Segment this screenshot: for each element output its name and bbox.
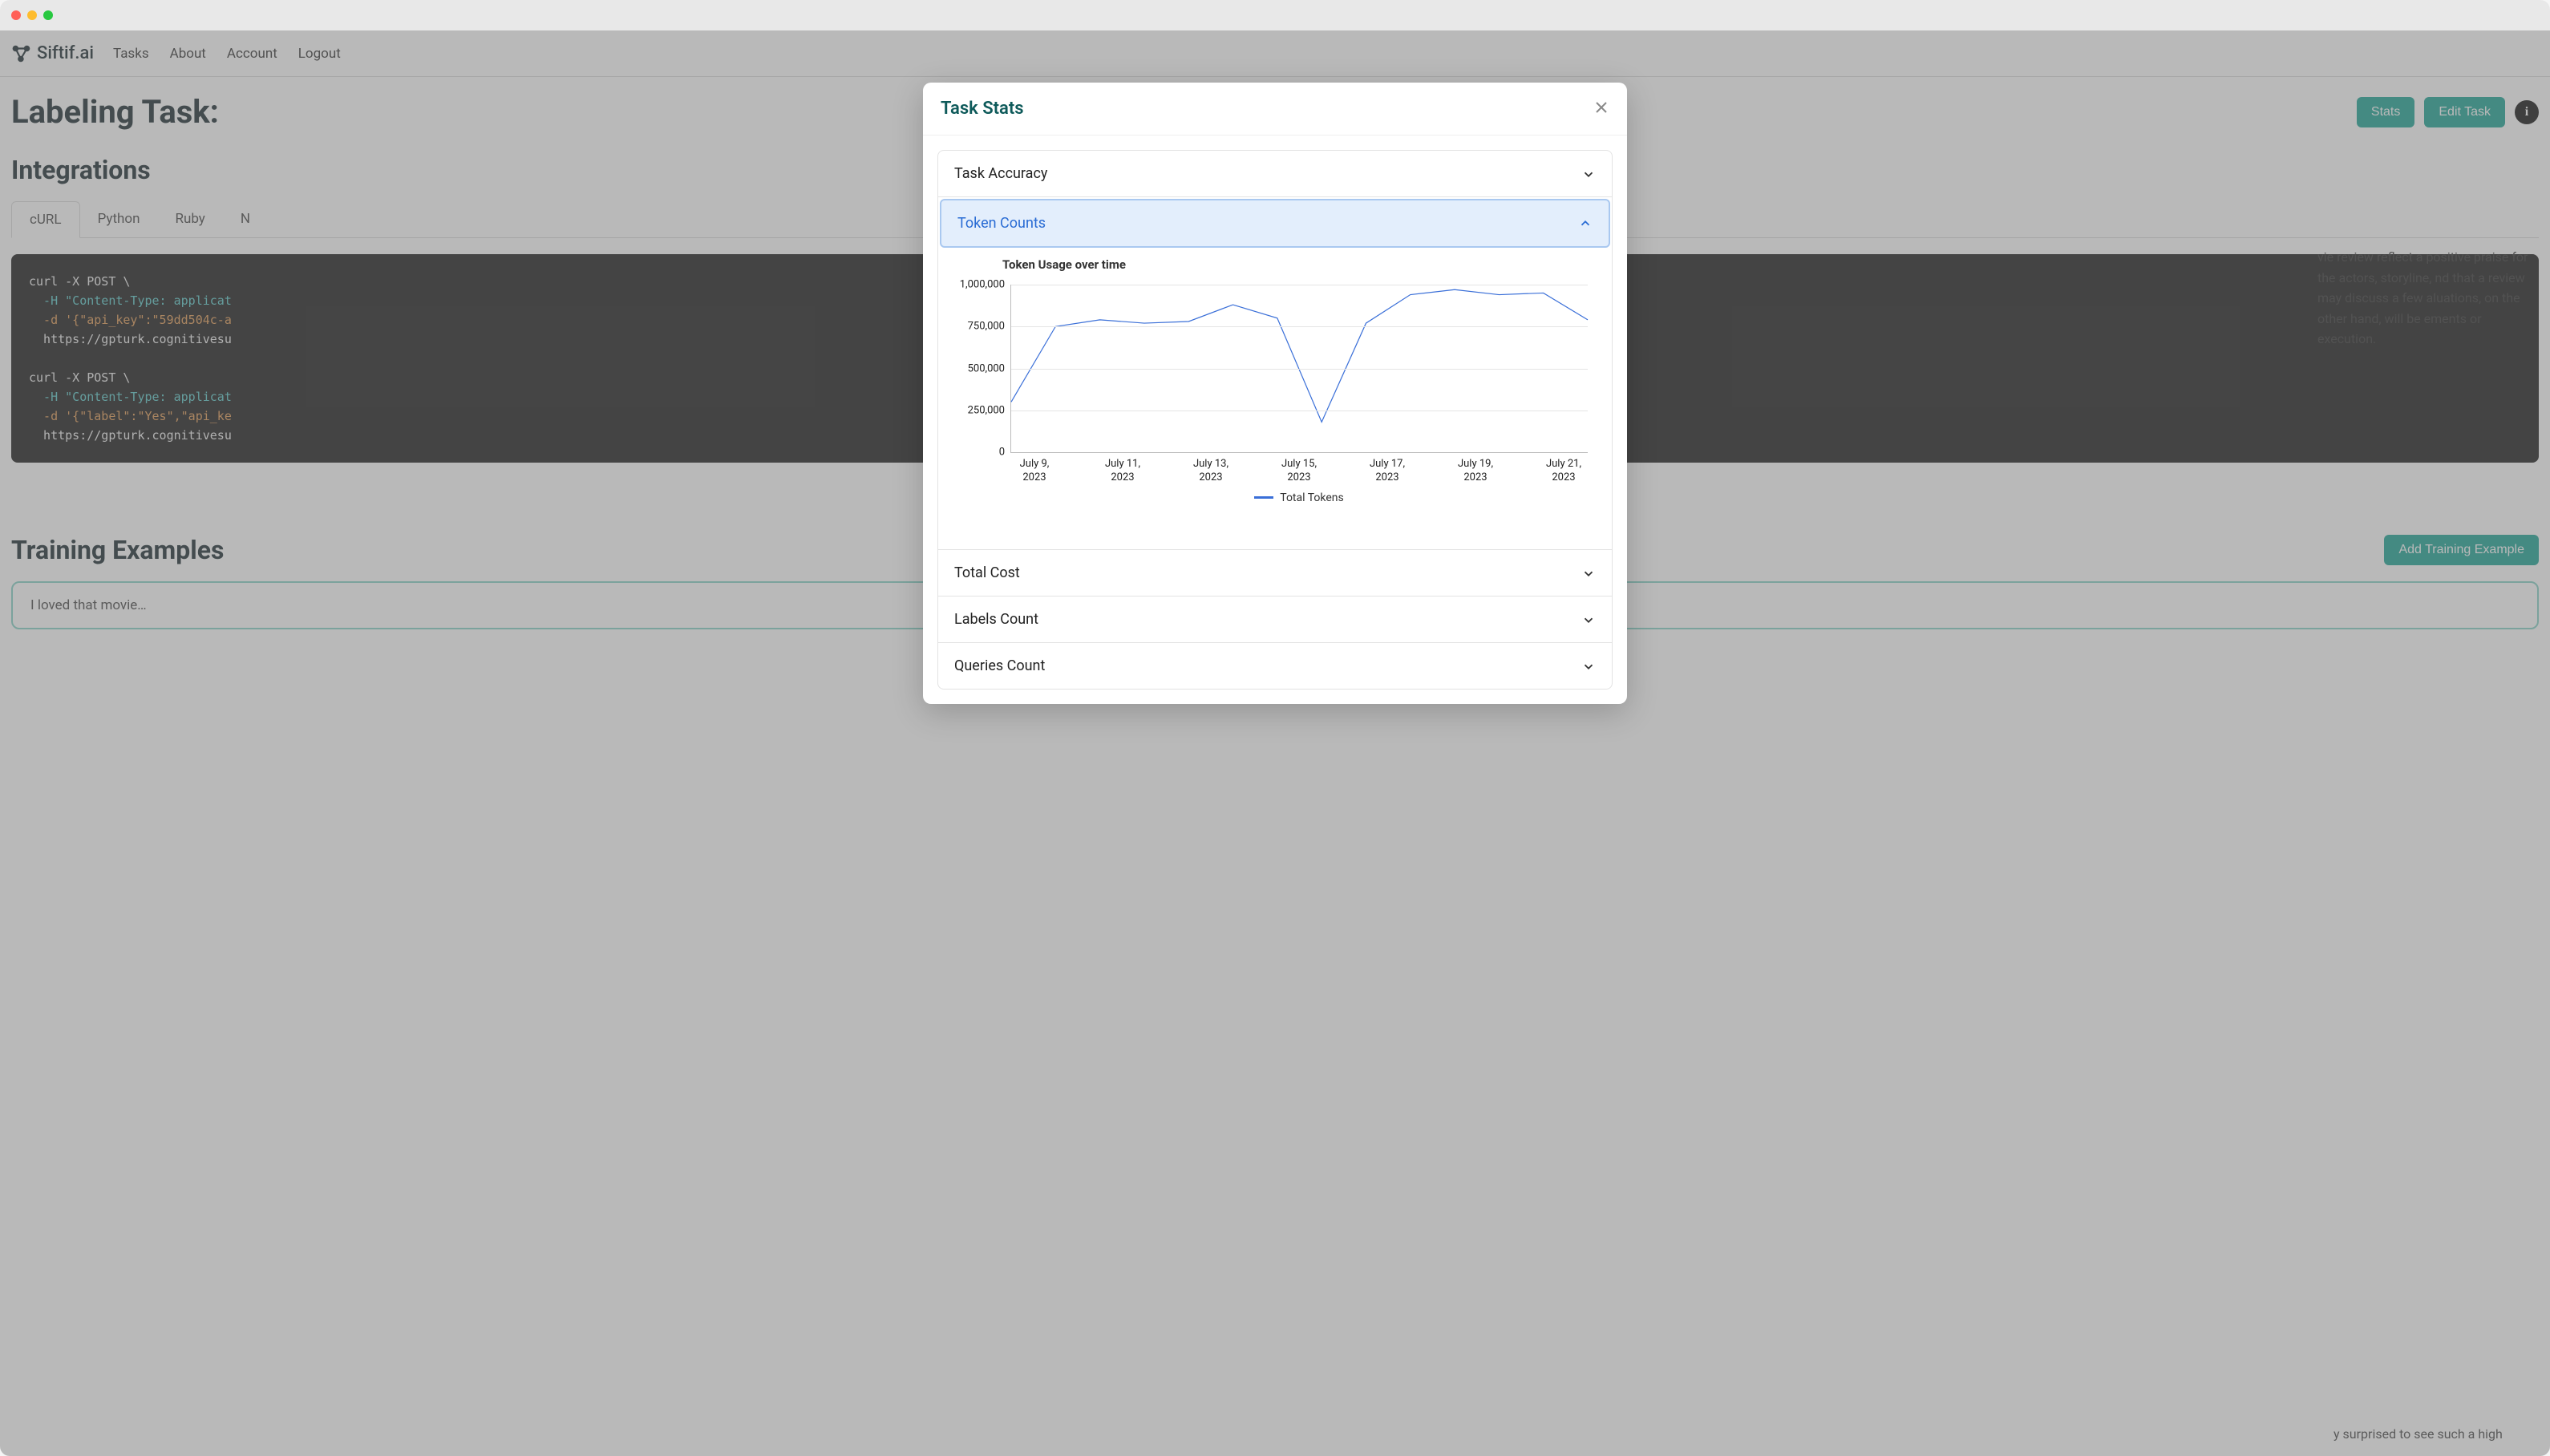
token-chart: 0250,000500,000750,0001,000,000 xyxy=(1010,285,1588,453)
chevron-down-icon xyxy=(1581,566,1596,580)
window-titlebar xyxy=(0,0,2550,30)
stats-accordion: Task Accuracy Token Counts xyxy=(937,150,1613,690)
chevron-up-icon xyxy=(1578,216,1593,231)
legend-label: Total Tokens xyxy=(1280,491,1343,504)
accordion-label: Total Cost xyxy=(954,564,1020,581)
accordion-labels-count[interactable]: Labels Count xyxy=(938,597,1612,642)
chevron-down-icon xyxy=(1581,613,1596,627)
close-icon[interactable] xyxy=(1593,99,1609,119)
accordion-label: Queries Count xyxy=(954,657,1045,674)
chart-legend: Total Tokens xyxy=(1010,491,1588,504)
accordion-queries-count[interactable]: Queries Count xyxy=(938,643,1612,689)
accordion-label: Task Accuracy xyxy=(954,165,1047,182)
chevron-down-icon xyxy=(1581,167,1596,181)
accordion-task-accuracy[interactable]: Task Accuracy xyxy=(938,151,1612,196)
window-minimize-button[interactable] xyxy=(27,10,37,20)
accordion-label: Labels Count xyxy=(954,611,1038,628)
window-close-button[interactable] xyxy=(11,10,21,20)
accordion-total-cost[interactable]: Total Cost xyxy=(938,550,1612,596)
window-zoom-button[interactable] xyxy=(43,10,53,20)
token-counts-panel: Token Usage over time 0250,000500,000750… xyxy=(938,249,1612,549)
accordion-label: Token Counts xyxy=(957,215,1046,232)
chevron-down-icon xyxy=(1581,659,1596,673)
modal-title: Task Stats xyxy=(941,99,1024,119)
task-stats-modal: Task Stats Task Accuracy xyxy=(923,83,1627,704)
accordion-token-counts[interactable]: Token Counts xyxy=(940,199,1610,248)
chart-title: Token Usage over time xyxy=(1002,257,1596,272)
